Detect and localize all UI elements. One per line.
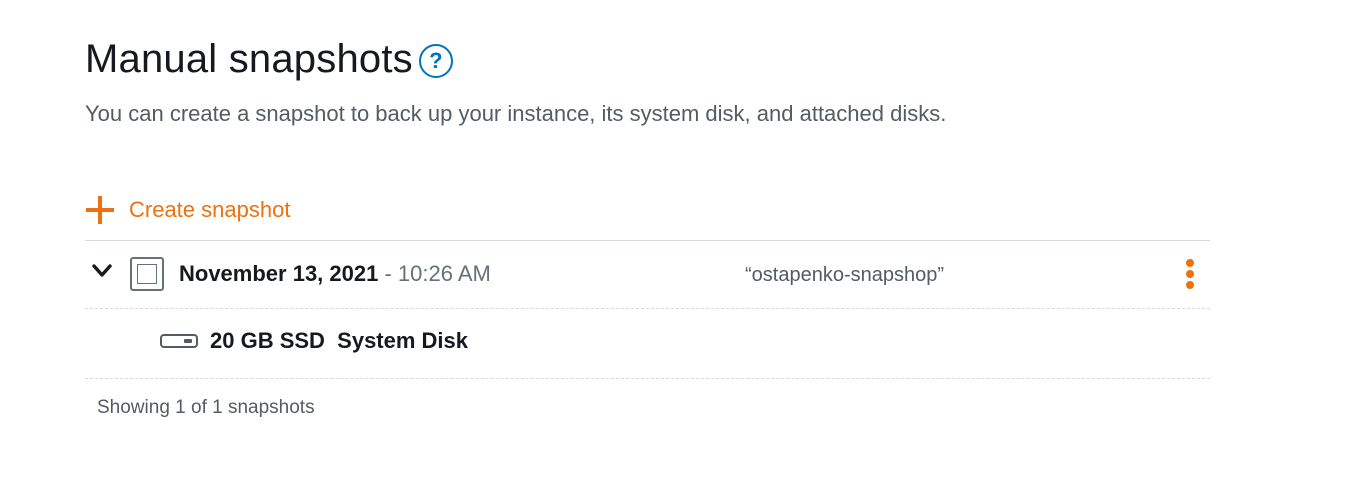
chevron-down-icon[interactable] — [92, 264, 112, 278]
vertical-ellipsis-icon[interactable] — [1183, 259, 1197, 289]
snapshot-checkbox[interactable] — [130, 257, 164, 291]
disk-icon — [160, 334, 198, 348]
snapshot-date: November 13, 2021 — [179, 261, 379, 286]
disk-label: 20 GB SSD System Disk — [210, 328, 469, 353]
create-snapshot-button[interactable]: Create snapshot — [86, 196, 290, 224]
snapshot-name: “ostapenko-snapshop” — [745, 264, 945, 286]
disk-row: 20 GB SSD System Disk — [85, 310, 1210, 376]
row-divider — [85, 378, 1210, 379]
pagination-summary: Showing 1 of 1 snapshots — [97, 397, 315, 418]
section-heading: Manual snapshots ? — [85, 34, 453, 84]
row-divider — [85, 308, 1210, 309]
datetime-separator: - — [378, 261, 398, 286]
section-description: You can create a snapshot to back up you… — [85, 101, 947, 126]
snapshot-time: 10:26 AM — [397, 261, 491, 286]
section-title: Manual snapshots — [85, 37, 413, 81]
snapshot-row: November 13, 2021 - 10:26 AM “ostapenko-… — [85, 241, 1210, 308]
question-circle-icon[interactable]: ? — [418, 44, 453, 78]
manual-snapshots-panel: Manual snapshots ? You can create a snap… — [0, 0, 1358, 479]
create-snapshot-label: Create snapshot — [129, 197, 291, 222]
plus-icon — [86, 196, 114, 224]
snapshot-datetime: November 13, 2021 - 10:26 AM — [179, 260, 491, 288]
